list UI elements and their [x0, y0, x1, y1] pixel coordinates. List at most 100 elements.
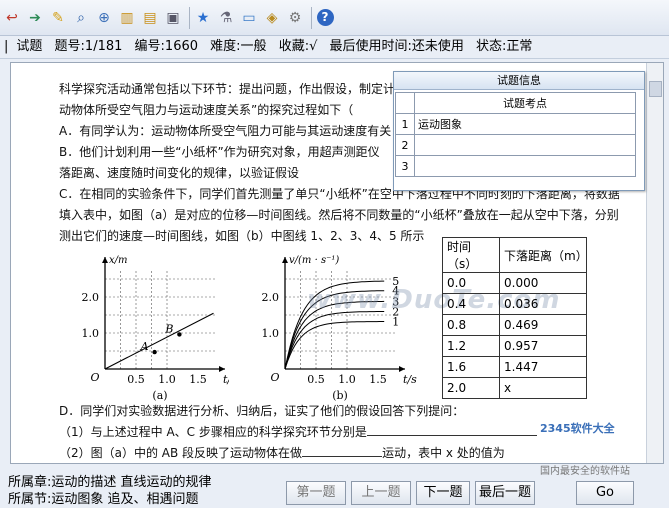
- table-cell: 0.4: [442, 293, 500, 315]
- table-cell: 0.000: [499, 272, 587, 294]
- favorite: 收藏:√: [278, 39, 318, 54]
- last-question-button[interactable]: 最后一题: [475, 481, 535, 505]
- scrollbar-thumb[interactable]: [649, 81, 662, 97]
- question-text-tail: D．同学们对实验数据进行分析、归纳后，证实了他们的假设回答下列提问： （1）与上…: [59, 401, 619, 463]
- table-header: 时间（s）: [442, 237, 500, 273]
- y-axis-arrow: [102, 257, 108, 263]
- row-number: 2: [395, 134, 415, 156]
- star-icon[interactable]: ★: [193, 7, 213, 29]
- y-tick-label: 2.0: [82, 291, 100, 304]
- fit-line: [104, 312, 214, 370]
- exit-icon[interactable]: ↩: [2, 7, 22, 29]
- table-cell: x: [499, 377, 587, 399]
- x-tick-label: 1.5: [369, 373, 387, 386]
- site-logo-sub: 国内最安全的软件站: [540, 466, 630, 477]
- zoom-icon[interactable]: ⊕: [94, 7, 114, 29]
- table-cell[interactable]: [414, 155, 636, 177]
- chapter-label: 所属章:运动的描述 直线运动的规律: [8, 475, 212, 490]
- y-tick-label: 1.0: [82, 327, 100, 340]
- y-tick-label: 2.0: [262, 291, 280, 304]
- table-cell[interactable]: 运动图象: [414, 113, 636, 135]
- toolbar-separator: [311, 6, 312, 29]
- table-row: 0.4 0.036: [442, 293, 587, 315]
- copy-icon[interactable]: ▣: [163, 7, 183, 29]
- popup-header: 试题考点: [414, 92, 636, 114]
- question-line: 填入表中，如图（a）是对应的位移—时间图线。然后将不同数量的“小纸杯”叠放在一起…: [59, 208, 619, 222]
- table-cell: 0.957: [499, 335, 587, 357]
- x-tick-label: 0.5: [127, 373, 145, 386]
- table-cell[interactable]: [414, 134, 636, 156]
- table-cell: 2.0: [442, 377, 500, 399]
- chart-a: 0.51.01.51.02.0t/sx/mO(a)AB: [82, 255, 230, 402]
- table-row[interactable]: 1 运动图象: [395, 113, 636, 135]
- y-axis-label: v/(m · s⁻¹): [289, 255, 339, 266]
- next-question-button[interactable]: 下一题: [416, 481, 470, 505]
- table-cell: 0.036: [499, 293, 587, 315]
- y-axis-label: x/m: [109, 255, 128, 266]
- table-cell: 0.8: [442, 314, 500, 336]
- chart-b: 0.5 1.0 1.51.02.0t/sv/(m · s⁻¹)O(b)12345: [262, 255, 418, 402]
- table-header-row: 时间（s） 下落距离（m）: [442, 237, 588, 273]
- x-axis-label: t/s: [223, 373, 229, 386]
- toolbar-separator: [189, 6, 190, 29]
- table-row: 0.0 0.000: [442, 272, 587, 294]
- table-row: 1.2 0.957: [442, 335, 587, 357]
- question-sub-2b: 运动，表中 x 处的值为: [382, 446, 505, 460]
- point-label: A: [140, 340, 149, 353]
- edit-icon[interactable]: ✎: [48, 7, 68, 29]
- row-number: 1: [395, 113, 415, 135]
- table-cell: 1.6: [442, 356, 500, 378]
- question-info-popup[interactable]: 试题信息 试题考点 1 运动图象 2 3: [393, 71, 645, 191]
- question-line: （1）与上述过程中 A、C 步骤相应的科学探究环节分别是: [59, 422, 619, 443]
- box-icon[interactable]: ◈: [262, 7, 282, 29]
- popup-table: 试题考点 1 运动图象 2 3: [395, 92, 636, 177]
- go-button[interactable]: Go: [576, 481, 634, 505]
- prev-question-button[interactable]: 上一题: [351, 481, 411, 505]
- x-tick-label: 1.5: [189, 373, 207, 386]
- question-document[interactable]: 科学探究活动通常包括以下环节：提出问题，作出假设，制定计 动物体所受空气阻力与运…: [10, 62, 664, 464]
- table-row: 0.8 0.469: [442, 314, 587, 336]
- table-cell: 0.0: [442, 272, 500, 294]
- first-question-button[interactable]: 第一题: [286, 481, 346, 505]
- books-icon[interactable]: ▥: [117, 7, 137, 29]
- x-axis-arrow: [399, 366, 405, 372]
- origin-label: O: [270, 371, 279, 384]
- toolbar: ↩ ➔ ✎ ⌕ ⊕ ▥ ▤ ▣ ★ ⚗ ▭ ◈ ⚙ ?: [0, 0, 669, 36]
- book-icon[interactable]: ▤: [140, 7, 160, 29]
- origin-label: O: [90, 371, 99, 384]
- question-line: D．同学们对实验数据进行分析、归纳后，证实了他们的假设回答下列提问：: [59, 404, 465, 418]
- table-cell: 1.2: [442, 335, 500, 357]
- search-icon[interactable]: ⌕: [71, 7, 91, 29]
- x-tick-label: 1.0: [158, 373, 176, 386]
- difficulty: 难度:一般: [210, 39, 267, 54]
- table-row[interactable]: 3: [395, 155, 636, 177]
- monitor-icon[interactable]: ▭: [239, 7, 259, 29]
- x-tick-label: 0.5: [307, 373, 325, 386]
- table-row[interactable]: 2: [395, 134, 636, 156]
- popup-header-row: 试题考点: [395, 92, 636, 114]
- question-info-bar: | 试题 题号:1/181 编号:1660 难度:一般 收藏:√ 最后使用时间:还…: [0, 36, 669, 59]
- status: 状态:正常: [476, 39, 533, 54]
- vertical-scrollbar[interactable]: [646, 63, 663, 463]
- x-tick-label: 1.0: [338, 373, 356, 386]
- popup-title: 试题信息: [394, 72, 644, 90]
- question-id: 编号:1660: [134, 39, 199, 54]
- question-sub-2: （2）图（a）中的 AB 段反映了运动物体在做: [59, 446, 303, 460]
- row-number: 3: [395, 155, 415, 177]
- gear-icon[interactable]: ⚙: [285, 7, 305, 29]
- data-point: [152, 349, 157, 355]
- help-icon[interactable]: ?: [315, 7, 335, 29]
- table-row: 2.0 x: [442, 377, 587, 399]
- point-label: B: [164, 322, 173, 335]
- question-sub-1: （1）与上述过程中 A、C 步骤相应的科学探究环节分别是: [59, 425, 367, 439]
- last-used: 最后使用时间:还未使用: [329, 39, 464, 54]
- y-tick-label: 1.0: [262, 327, 280, 340]
- table-cell: 1.447: [499, 356, 587, 378]
- y-axis-arrow: [282, 257, 288, 263]
- status-area: 所属章:运动的描述 直线运动的规律 所属节:运动图象 追及、相遇问题: [8, 474, 212, 508]
- table-header: 下落距离（m）: [499, 237, 588, 273]
- next-icon[interactable]: ➔: [25, 7, 45, 29]
- series-line: [284, 311, 385, 370]
- tool-icon[interactable]: ⚗: [216, 7, 236, 29]
- data-point: [177, 332, 182, 337]
